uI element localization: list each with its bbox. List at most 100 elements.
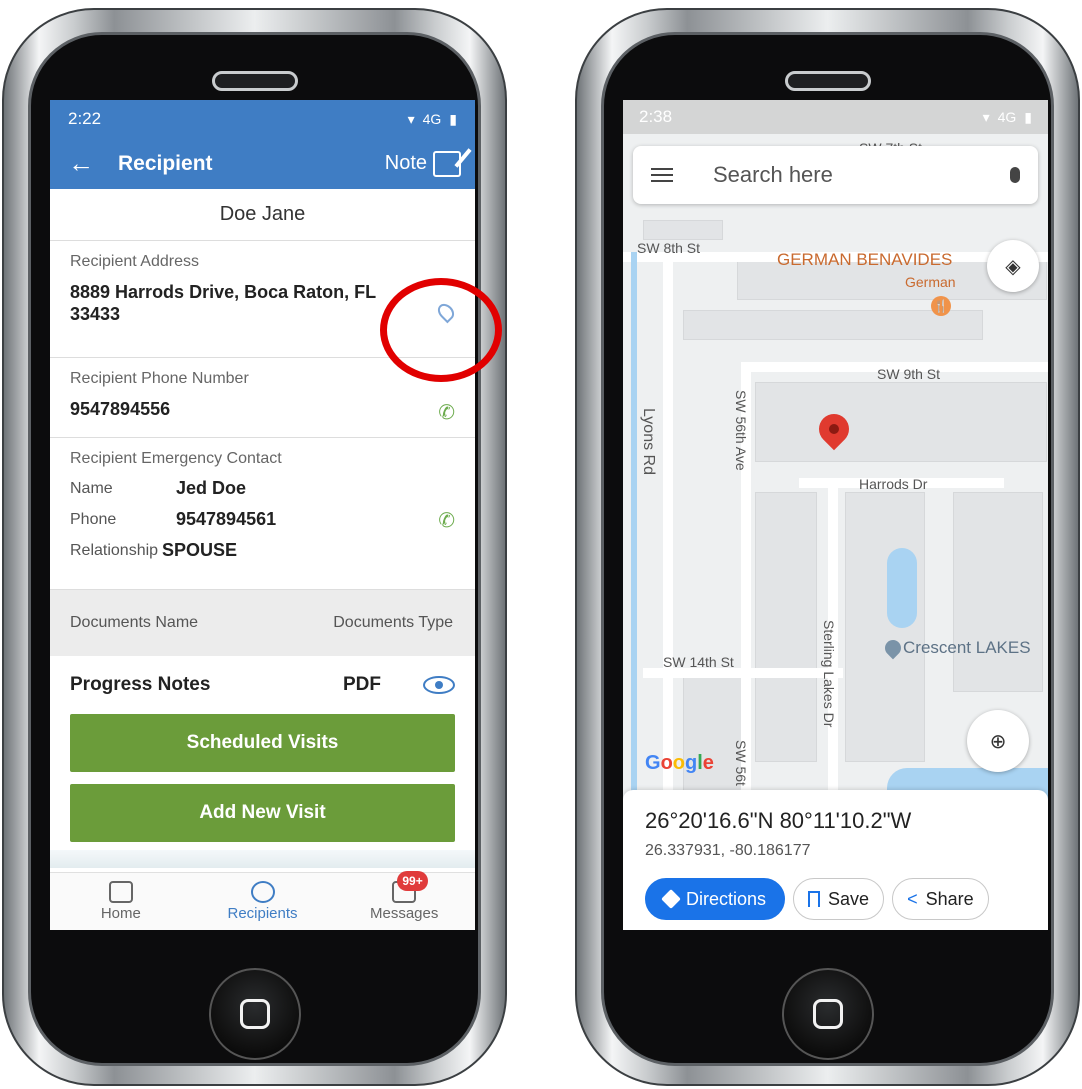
emergency-relationship-row: Relationship SPOUSE (70, 540, 455, 561)
layers-icon: ◈ (1005, 255, 1021, 278)
coordinates-decimal: 26.337931, -80.186177 (645, 842, 811, 859)
status-time: 2:38 (639, 107, 673, 126)
phone-label: Recipient Phone Number (70, 370, 249, 387)
scroll-fade (50, 850, 475, 868)
share-label: Share (925, 888, 974, 909)
note-label: Note (384, 152, 427, 174)
map-label-lyons: Lyons Rd (640, 408, 657, 475)
add-new-visit-button[interactable]: Add New Visit (70, 784, 455, 842)
phone-frame-right: SW 7th St SW 8th St SW 9th St SW 14th St… (575, 8, 1080, 1086)
nav-home-label: Home (100, 905, 141, 922)
home-square-icon (812, 999, 843, 1029)
wifi-icon: ▾ (982, 108, 990, 125)
home-square-icon (239, 999, 270, 1029)
map-label-sterling: Sterling Lakes Dr (821, 620, 837, 728)
emergency-label: Recipient Emergency Contact (70, 450, 282, 467)
sheet-actions: Directions Save < Share (645, 878, 1026, 920)
search-input[interactable]: Search here (713, 162, 1010, 188)
save-button[interactable]: Save (793, 878, 885, 920)
poi-crescent-lakes[interactable]: Crescent LAKES (903, 638, 1031, 658)
emergency-phone-key: Phone (70, 510, 117, 528)
directions-label: Directions (686, 888, 767, 909)
map-label-sw56b: SW 56t (733, 740, 749, 786)
directions-icon (661, 889, 681, 909)
menu-icon[interactable] (651, 168, 673, 182)
recipient-screen: 2:22 ▾ 4G ▮ ← Recipient Note Doe Jane Re… (50, 100, 475, 930)
status-icons: ▾ 4G ▮ (983, 109, 1032, 126)
search-bar[interactable]: Search here (633, 146, 1038, 204)
microphone-icon[interactable] (1010, 167, 1020, 183)
bottom-nav: Home Recipients Messages 99+ (50, 871, 475, 930)
share-button[interactable]: < Share (892, 878, 989, 920)
nav-recipients-label: Recipients (227, 905, 298, 922)
person-icon (250, 881, 275, 903)
address-value: 8889 Harrods Drive, Boca Raton, FL 33433 (70, 282, 376, 324)
map-label-harrods: Harrods Dr (859, 476, 928, 492)
status-time: 2:22 (68, 109, 102, 128)
network-label: 4G (997, 109, 1017, 125)
location-sheet: 26°20'16.6"N 80°11'10.2"W 26.337931, -80… (623, 790, 1048, 930)
highlight-circle (380, 278, 502, 382)
status-bar: 2:22 ▾ 4G ▮ (50, 100, 475, 138)
documents-type-header: Documents Type (333, 614, 453, 631)
emergency-name-key: Name (70, 479, 113, 497)
emergency-phone-value: 9547894561 (176, 509, 277, 529)
layers-button[interactable]: ◈ (987, 240, 1039, 292)
status-bar: 2:38 ▾ 4G ▮ (623, 100, 1048, 134)
calendar-icon (108, 881, 133, 903)
document-row: Progress Notes PDF (50, 656, 475, 714)
app-bar: ← Recipient Note (50, 138, 475, 189)
map-label-sw14: SW 14th St (663, 654, 734, 670)
map-label-sw56: SW 56th Ave (733, 390, 749, 471)
nav-messages-label: Messages (369, 905, 439, 922)
save-label: Save (828, 888, 870, 909)
edit-note-icon (433, 150, 461, 177)
emergency-name-value: Jed Doe (176, 478, 247, 498)
home-button[interactable] (208, 968, 301, 1060)
messages-badge: 99+ (397, 871, 428, 891)
poi-german-benavides[interactable]: GERMAN BENAVIDES (777, 250, 952, 270)
emergency-phone-row: Phone 9547894561 (70, 509, 455, 530)
map-screen: SW 7th St SW 8th St SW 9th St SW 14th St… (623, 100, 1048, 930)
recipient-name: Doe Jane (50, 189, 475, 241)
share-icon: < (907, 888, 918, 909)
battery-icon: ▮ (449, 110, 457, 127)
home-button[interactable] (781, 968, 874, 1060)
wifi-icon: ▾ (407, 110, 415, 127)
page-title: Recipient (118, 151, 213, 175)
poi-german[interactable]: German (905, 274, 956, 290)
document-type: PDF (343, 674, 381, 695)
address-label: Recipient Address (70, 253, 199, 270)
speaker-grille (784, 71, 871, 91)
emergency-name-row: Name Jed Doe (70, 478, 455, 499)
network-label: 4G (422, 111, 442, 127)
speaker-grille (211, 71, 298, 91)
google-logo: Google (645, 752, 714, 774)
bookmark-icon (808, 891, 821, 907)
phone-frame-left: 2:22 ▾ 4G ▮ ← Recipient Note Doe Jane Re… (2, 8, 507, 1086)
nav-home[interactable]: Home (50, 873, 192, 930)
nav-messages[interactable]: Messages 99+ (333, 871, 475, 930)
map-label-sw8: SW 8th St (637, 240, 701, 256)
battery-icon: ▮ (1024, 108, 1032, 125)
phone-value: 9547894556 (70, 399, 171, 419)
documents-name-header: Documents Name (70, 614, 199, 631)
directions-button[interactable]: Directions (645, 878, 786, 920)
call-emergency-icon[interactable]: ✆ (438, 508, 455, 533)
document-name: Progress Notes (70, 674, 211, 695)
coordinates-dms: 26°20'16.6"N 80°11'10.2"W (645, 808, 912, 833)
restaurant-icon[interactable]: 🍴 (931, 296, 951, 316)
crosshair-icon: ⊕ (989, 730, 1007, 753)
status-icons: ▾ 4G ▮ (408, 111, 457, 128)
map-label-sw9: SW 9th St (877, 366, 941, 382)
emergency-contact-section: Recipient Emergency Contact Name Jed Doe… (50, 438, 475, 590)
note-button[interactable]: Note (384, 150, 461, 177)
emergency-relationship-value: SPOUSE (162, 540, 238, 560)
back-arrow-icon[interactable]: ← (68, 148, 118, 179)
my-location-button[interactable]: ⊕ (967, 710, 1029, 772)
call-phone-icon[interactable]: ✆ (438, 400, 455, 425)
nav-recipients[interactable]: Recipients (192, 873, 334, 930)
view-eye-icon[interactable] (423, 676, 455, 694)
scheduled-visits-button[interactable]: Scheduled Visits (70, 714, 455, 772)
documents-header: Documents Name Documents Type (50, 590, 475, 656)
